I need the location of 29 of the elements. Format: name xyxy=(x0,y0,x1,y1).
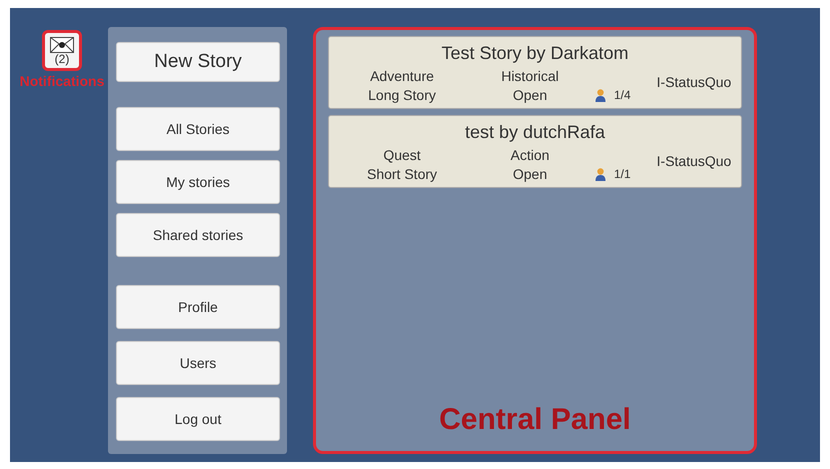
story-subgenre: Action xyxy=(510,147,550,163)
story-card[interactable]: Test Story by Darkatom Adventure Historical I-StatusQuo Long Story Open 1/4 xyxy=(328,36,742,109)
player-count: 1/1 xyxy=(614,167,631,181)
menu-button[interactable]: My stories xyxy=(116,160,280,204)
menu-button[interactable]: Users xyxy=(116,341,280,385)
menu-button[interactable]: Shared stories xyxy=(116,213,280,257)
story-status: Open xyxy=(512,166,548,182)
story-subgenre: Historical xyxy=(500,68,560,84)
story-length: Short Story xyxy=(366,166,438,182)
story-card[interactable]: test by dutchRafa Quest Action I-StatusQuo Short Story Open 1/1 xyxy=(328,115,742,188)
notifications-button[interactable]: (2) xyxy=(42,30,82,71)
person-icon xyxy=(595,88,606,102)
person-icon xyxy=(595,168,606,180)
player-count: 1/4 xyxy=(614,88,631,102)
envelope-icon xyxy=(50,36,74,52)
notifications-annotation: Notifications xyxy=(20,73,104,89)
story-genre: Adventure xyxy=(369,68,435,84)
story-status: Open xyxy=(512,87,548,103)
story-genre: Quest xyxy=(382,147,422,163)
menu-button[interactable]: All Stories xyxy=(116,107,280,151)
story-title: Test Story by Darkatom xyxy=(440,43,630,64)
story-tag: I-StatusQuo xyxy=(651,74,737,90)
menu-button[interactable]: New Story xyxy=(116,42,280,82)
menu-button[interactable]: Log out xyxy=(116,397,280,441)
central-panel-annotation: Central Panel xyxy=(439,403,631,437)
story-length: Long Story xyxy=(367,87,437,103)
story-title: test by dutchRafa xyxy=(464,122,606,143)
menu-button[interactable]: Profile xyxy=(116,285,280,329)
story-tag: I-StatusQuo xyxy=(651,152,737,168)
